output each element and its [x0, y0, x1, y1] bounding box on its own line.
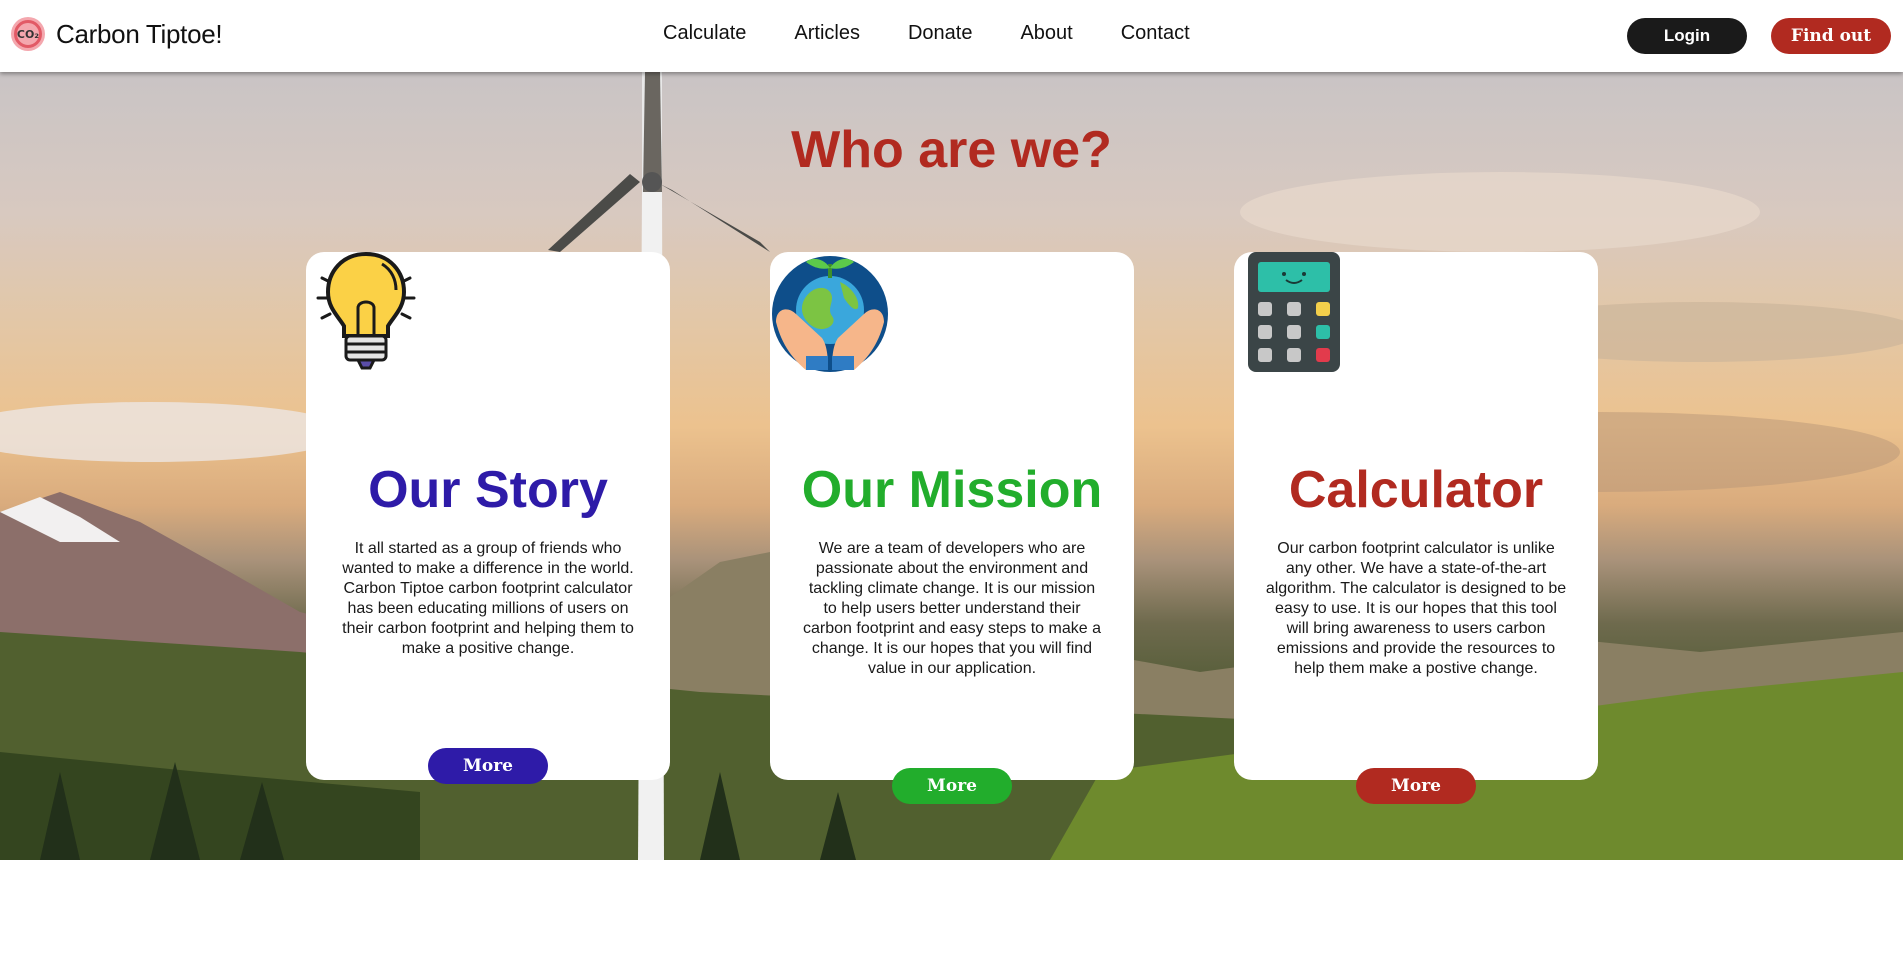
card-calculator: Calculator Our carbon footprint calculat… [1234, 252, 1598, 804]
login-button[interactable]: Login [1627, 18, 1747, 54]
lightbulb-icon [316, 252, 416, 370]
card-text: It all started as a group of friends who… [342, 540, 634, 657]
more-button[interactable]: More [428, 748, 548, 784]
card-title: Calculator [1288, 461, 1544, 519]
more-button[interactable]: More [892, 768, 1012, 804]
nav-calculate[interactable]: Calculate [663, 22, 746, 45]
card-our-story: Our Story It all started as a group of f… [306, 252, 670, 784]
navbar: CO₂ Carbon Tiptoe! Calculate Articles Do… [0, 0, 1903, 72]
nav-donate[interactable]: Donate [908, 22, 973, 45]
brand[interactable]: CO₂ Carbon Tiptoe! [11, 17, 223, 51]
hero-title: Who are we? [791, 121, 1112, 179]
card-our-mission: Our Mission We are a team of developers … [770, 252, 1134, 804]
nav-articles[interactable]: Articles [794, 22, 860, 45]
brand-name: Carbon Tiptoe! [56, 18, 223, 49]
earth-in-hands-icon [772, 256, 888, 372]
card-title: Our Mission [801, 461, 1103, 519]
card-text: Our carbon footprint calculator is unlik… [1265, 540, 1567, 677]
card-title: Our Story [368, 461, 608, 519]
co2-logo-icon: CO₂ [11, 17, 45, 51]
calculator-icon [1248, 252, 1340, 372]
more-button[interactable]: More [1356, 768, 1476, 804]
main-nav: Calculate Articles Donate About Contact [663, 22, 1238, 45]
hero-section: Who are we? Our Story It all started as … [0, 72, 1903, 860]
find-out-button[interactable]: Find out [1771, 18, 1891, 54]
nav-contact[interactable]: Contact [1121, 22, 1190, 45]
card-text: We are a team of developers who are pass… [803, 540, 1101, 677]
nav-about[interactable]: About [1020, 22, 1072, 45]
